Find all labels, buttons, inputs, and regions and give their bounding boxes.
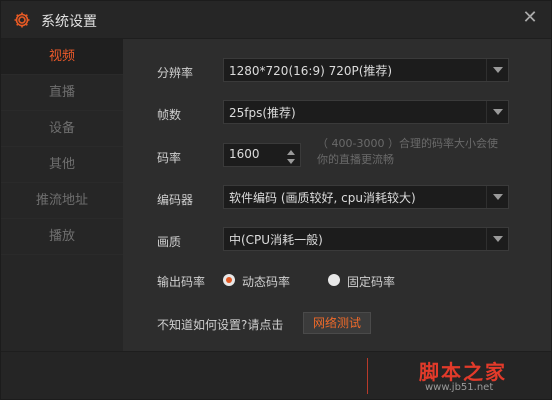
settings-window: 系统设置 ✕ 视频 直播 设备 其他 推流地址 播放 分辨率 1280*720(…: [0, 0, 552, 400]
quality-label: 画质: [157, 235, 182, 249]
sidebar-item-device[interactable]: 设备: [1, 111, 123, 147]
watermark-logo: 脚本之家 www.jb51.net: [419, 356, 549, 396]
chevron-down-icon[interactable]: [486, 186, 508, 208]
fixed-bitrate-radio[interactable]: [328, 274, 340, 286]
fps-select[interactable]: 25fps(推荐): [223, 100, 509, 124]
sidebar-item-video[interactable]: 视频: [1, 39, 123, 75]
network-test-prompt: 不知道如何设置?请点击: [157, 318, 284, 332]
settings-sidebar: 视频 直播 设备 其他 推流地址 播放: [1, 39, 123, 351]
resolution-value: 1280*720(16:9) 720P(推荐): [229, 64, 393, 78]
decrement-icon[interactable]: [286, 155, 298, 165]
footer-bar: 脚本之家 www.jb51.net: [1, 351, 551, 399]
fps-label: 帧数: [157, 108, 182, 122]
sidebar-item-other[interactable]: 其他: [1, 147, 123, 183]
watermark-url: www.jb51.net: [425, 382, 494, 393]
bitrate-hint: （ 400-3000 ）合理的码率大小会使你的直播更流畅: [317, 137, 498, 166]
encoder-label: 编码器: [157, 193, 194, 207]
window-title: 系统设置: [41, 14, 97, 30]
sidebar-item-live[interactable]: 直播: [1, 75, 123, 111]
quality-select[interactable]: 中(CPU消耗一般): [223, 227, 509, 251]
encoder-value: 软件编码 (画质较好, cpu消耗较大): [229, 191, 416, 205]
output-bitrate-label: 输出码率: [157, 275, 206, 289]
sidebar-item-stream-url[interactable]: 推流地址: [1, 183, 123, 219]
video-settings-panel: 分辨率 1280*720(16:9) 720P(推荐) 帧数 25fps(推荐)…: [123, 39, 551, 351]
gear-icon: [13, 11, 31, 29]
dynamic-bitrate-radio[interactable]: [223, 274, 235, 286]
dynamic-bitrate-label[interactable]: 动态码率: [242, 273, 290, 290]
encoder-select[interactable]: 软件编码 (画质较好, cpu消耗较大): [223, 185, 509, 209]
close-button[interactable]: ✕: [519, 7, 541, 29]
chevron-down-icon[interactable]: [486, 59, 508, 81]
resolution-label: 分辨率: [157, 66, 194, 80]
network-test-button[interactable]: 网络测试: [303, 312, 371, 334]
sidebar-item-playback[interactable]: 播放: [1, 219, 123, 255]
bitrate-value: 1600: [229, 147, 260, 161]
chevron-down-icon[interactable]: [486, 228, 508, 250]
chevron-down-icon[interactable]: [486, 101, 508, 123]
title-bar: 系统设置 ✕: [1, 1, 551, 39]
fps-value: 25fps(推荐): [229, 106, 296, 120]
fixed-bitrate-label[interactable]: 固定码率: [347, 273, 395, 290]
quality-value: 中(CPU消耗一般): [229, 233, 323, 247]
footer-divider: [367, 358, 368, 394]
bitrate-stepper[interactable]: 1600: [223, 143, 301, 167]
bitrate-label: 码率: [157, 151, 182, 165]
watermark-title: 脚本之家: [419, 360, 507, 384]
increment-icon[interactable]: [286, 145, 298, 155]
resolution-select[interactable]: 1280*720(16:9) 720P(推荐): [223, 58, 509, 82]
